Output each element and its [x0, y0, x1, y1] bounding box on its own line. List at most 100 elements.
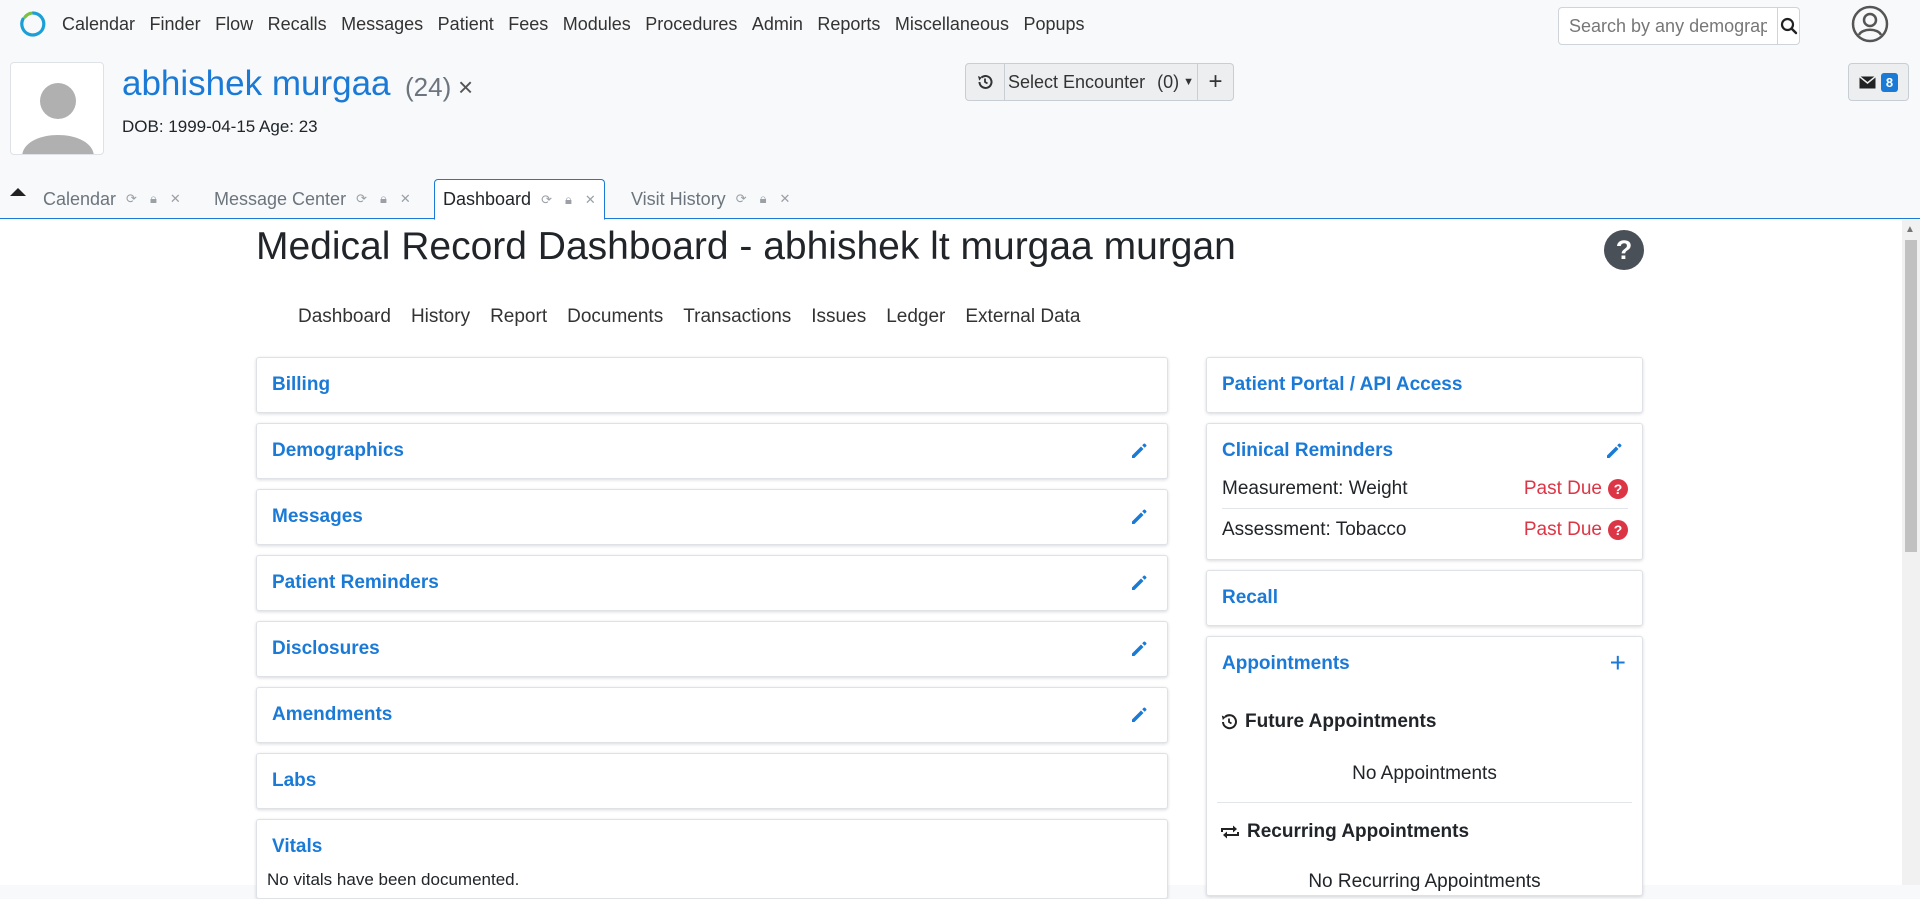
pencil-icon[interactable] — [1129, 573, 1149, 593]
subnav-external-data[interactable]: External Data — [965, 306, 1080, 328]
menu-finder[interactable]: Finder — [150, 14, 201, 35]
messages-title[interactable]: Messages — [272, 506, 363, 528]
patient-portal-title[interactable]: Patient Portal / API Access — [1222, 374, 1462, 396]
pencil-icon[interactable] — [1129, 507, 1149, 527]
patient-portal-card: Patient Portal / API Access — [1206, 357, 1643, 413]
future-appointments-label: Future Appointments — [1245, 711, 1437, 732]
encounter-count: (0) — [1157, 71, 1180, 92]
help-icon[interactable]: ? — [1604, 230, 1644, 270]
lock-icon[interactable]: 🔒︎ — [380, 191, 387, 207]
close-icon[interactable]: ✕ — [400, 191, 411, 207]
patient-name[interactable]: abhishek murgaa — [122, 64, 391, 104]
scrollbar-thumb[interactable] — [1905, 240, 1917, 552]
vitals-empty-text: No vitals have been documented. — [267, 870, 520, 889]
add-encounter-button[interactable]: + — [1198, 63, 1234, 101]
pencil-icon[interactable] — [1129, 441, 1149, 461]
menu-miscellaneous[interactable]: Miscellaneous — [895, 14, 1009, 35]
patient-dob: DOB: 1999-04-15 Age: 23 — [122, 117, 318, 136]
search-button[interactable] — [1778, 7, 1800, 45]
refresh-icon[interactable]: ⟳ — [126, 191, 137, 207]
patient-reminders-card: Patient Reminders — [256, 555, 1168, 611]
menu-calendar[interactable]: Calendar — [62, 14, 135, 35]
add-appointment-icon[interactable]: + — [1610, 649, 1626, 677]
clinical-reminders-title[interactable]: Clinical Reminders — [1222, 440, 1393, 462]
tab-visit-history[interactable]: Visit History ⟳ 🔒︎ ✕ — [631, 179, 803, 219]
refresh-icon[interactable]: ⟳ — [541, 192, 552, 208]
avatar-placeholder-icon — [22, 83, 94, 154]
close-patient-button[interactable]: × — [458, 72, 473, 103]
main-menu: Calendar Finder Flow Recalls Messages Pa… — [62, 14, 1099, 35]
select-encounter-label: Select Encounter — [1008, 71, 1146, 92]
question-circle-icon[interactable]: ? — [1608, 520, 1628, 540]
search-group — [1558, 7, 1800, 45]
pencil-icon[interactable] — [1129, 639, 1149, 659]
subnav-dashboard[interactable]: Dashboard — [298, 306, 391, 328]
encounter-controls: Select Encounter (0) ▼ + — [965, 63, 1234, 101]
subnav-ledger[interactable]: Ledger — [886, 306, 945, 328]
tab-message-center[interactable]: Message Center ⟳ 🔒︎ ✕ — [214, 179, 424, 219]
menu-reports[interactable]: Reports — [817, 14, 880, 35]
lock-icon[interactable]: 🔒︎ — [760, 191, 767, 207]
menu-messages[interactable]: Messages — [341, 14, 423, 35]
subnav-transactions[interactable]: Transactions — [683, 306, 791, 328]
subnav-report[interactable]: Report — [490, 306, 547, 328]
lock-icon[interactable]: 🔒︎ — [565, 192, 572, 208]
user-account-icon[interactable] — [1851, 5, 1889, 43]
menu-procedures[interactable]: Procedures — [645, 14, 737, 35]
menu-patient[interactable]: Patient — [438, 14, 494, 35]
lock-icon[interactable]: 🔒︎ — [150, 191, 157, 207]
messages-button[interactable]: 8 — [1848, 63, 1909, 101]
vitals-title[interactable]: Vitals — [272, 836, 322, 858]
labs-title[interactable]: Labs — [272, 770, 316, 792]
menu-recalls[interactable]: Recalls — [268, 14, 327, 35]
vitals-card: Vitals No vitals have been documented. — [256, 819, 1168, 899]
history-icon — [978, 74, 993, 89]
tab-dashboard[interactable]: Dashboard ⟳ 🔒︎ ✕ — [434, 179, 605, 220]
disclosures-title[interactable]: Disclosures — [272, 638, 380, 660]
pencil-icon[interactable] — [1604, 441, 1624, 461]
search-input[interactable] — [1558, 7, 1778, 45]
reminder-name: Assessment: Tobacco — [1222, 519, 1407, 540]
messages-count-badge: 8 — [1880, 72, 1899, 92]
recurring-appointments-heading: Recurring Appointments — [1219, 821, 1469, 843]
refresh-icon[interactable]: ⟳ — [736, 191, 747, 207]
scroll-up-arrow-icon[interactable]: ▲ — [1905, 224, 1915, 235]
encounter-history-button[interactable] — [965, 63, 1005, 101]
amendments-title[interactable]: Amendments — [272, 704, 392, 726]
refresh-icon[interactable]: ⟳ — [356, 191, 367, 207]
pencil-icon[interactable] — [1129, 705, 1149, 725]
labs-card: Labs — [256, 753, 1168, 809]
menu-popups[interactable]: Popups — [1023, 14, 1084, 35]
subnav-issues[interactable]: Issues — [811, 306, 866, 328]
clinical-reminders-card: Clinical Reminders Measurement: Weight P… — [1206, 423, 1643, 560]
subnav-documents[interactable]: Documents — [567, 306, 663, 328]
appointments-title[interactable]: Appointments — [1222, 653, 1350, 675]
recall-title[interactable]: Recall — [1222, 587, 1278, 609]
patient-reminders-title[interactable]: Patient Reminders — [272, 572, 439, 594]
appointments-card: Appointments + Future Appointments No Ap… — [1206, 636, 1643, 896]
collapse-header-icon[interactable] — [8, 184, 28, 198]
tab-label: Dashboard — [443, 189, 532, 209]
tab-calendar[interactable]: Calendar ⟳ 🔒︎ ✕ — [43, 179, 194, 219]
demographics-title[interactable]: Demographics — [272, 440, 404, 462]
reminder-name: Measurement: Weight — [1222, 477, 1408, 499]
billing-title[interactable]: Billing — [272, 374, 330, 396]
menu-admin[interactable]: Admin — [752, 14, 803, 35]
demographics-card: Demographics — [256, 423, 1168, 479]
menu-modules[interactable]: Modules — [563, 14, 631, 35]
subnav-history[interactable]: History — [411, 306, 470, 328]
select-encounter-dropdown[interactable]: Select Encounter (0) ▼ — [1005, 63, 1198, 101]
menu-flow[interactable]: Flow — [215, 14, 253, 35]
dashboard-subnav: Dashboard History Report Documents Trans… — [298, 306, 1101, 328]
close-icon[interactable]: ✕ — [585, 192, 596, 208]
close-icon[interactable]: ✕ — [780, 191, 791, 207]
envelope-icon — [1858, 75, 1876, 88]
patient-age: (24) — [405, 72, 452, 102]
close-icon[interactable]: ✕ — [170, 191, 181, 207]
question-circle-icon[interactable]: ? — [1608, 478, 1628, 499]
menu-fees[interactable]: Fees — [508, 14, 548, 35]
reminder-row: Measurement: Weight Past Due ? — [1222, 469, 1628, 509]
app-logo-icon[interactable] — [18, 9, 48, 39]
reminder-row: Assessment: Tobacco Past Due ? — [1222, 510, 1628, 550]
future-appointments-heading: Future Appointments — [1219, 711, 1436, 733]
